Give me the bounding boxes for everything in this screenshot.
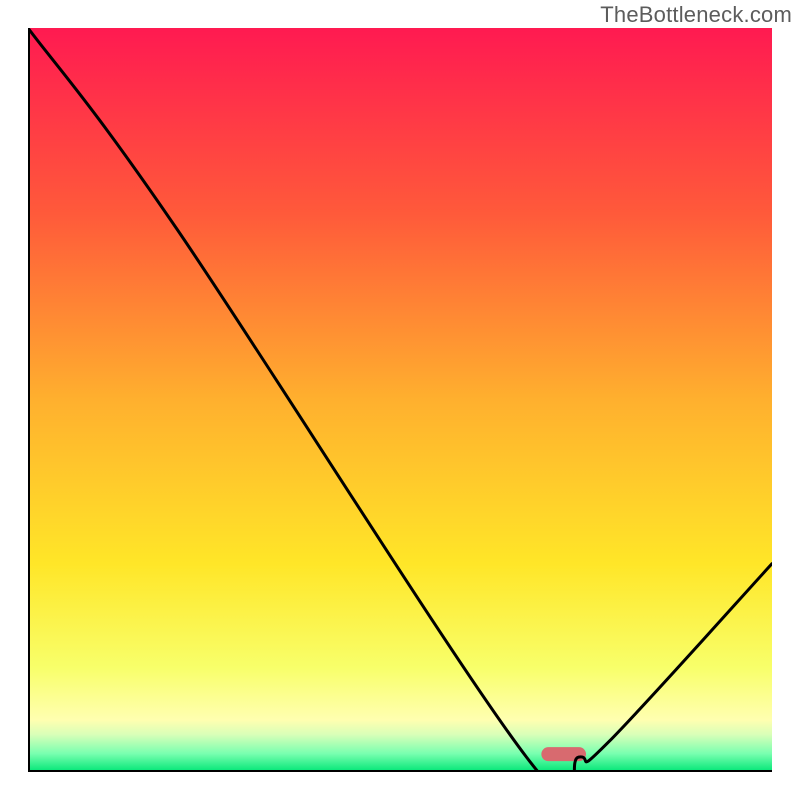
chart-canvas	[28, 28, 772, 772]
optimal-marker	[541, 747, 586, 761]
bottleneck-chart	[28, 28, 772, 772]
watermark-text: TheBottleneck.com	[600, 2, 792, 28]
chart-background	[28, 28, 772, 772]
